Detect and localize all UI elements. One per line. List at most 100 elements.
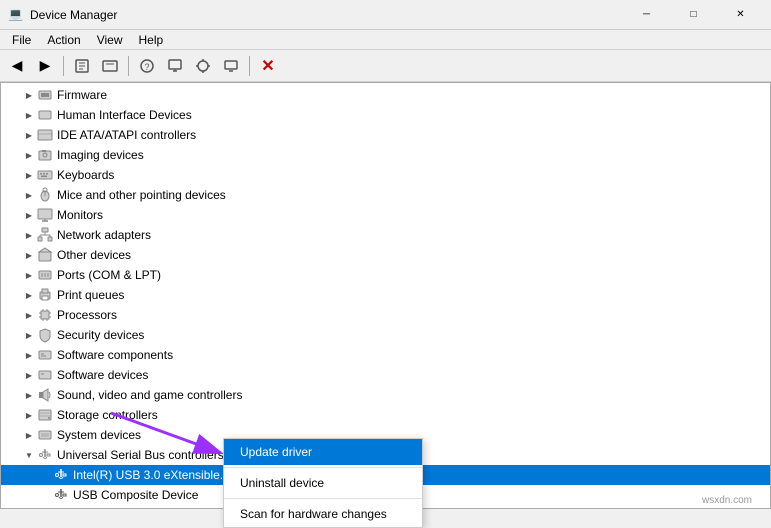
tree-item-storage[interactable]: ▶ Storage controllers xyxy=(1,405,770,425)
label-mice: Mice and other pointing devices xyxy=(57,188,226,202)
minimize-button[interactable]: ─ xyxy=(624,0,669,30)
label-security: Security devices xyxy=(57,328,144,342)
scan-button[interactable] xyxy=(190,53,216,79)
label-usb-comp1: USB Composite Device xyxy=(73,488,198,502)
icon-other xyxy=(37,247,53,263)
icon-software-comp xyxy=(37,347,53,363)
forward-button[interactable]: ▶ xyxy=(32,53,58,79)
icon-network xyxy=(37,227,53,243)
label-software-dev: Software devices xyxy=(57,368,148,382)
monitor2-button[interactable] xyxy=(218,53,244,79)
icon-hid xyxy=(37,107,53,123)
update-driver-button[interactable] xyxy=(97,53,123,79)
arrow-system: ▶ xyxy=(21,427,37,443)
label-software-comp: Software components xyxy=(57,348,173,362)
context-menu-uninstall[interactable]: Uninstall device xyxy=(224,470,422,496)
tree-item-hid[interactable]: ▶ Human Interface Devices xyxy=(1,105,770,125)
back-button[interactable]: ◀ xyxy=(4,53,30,79)
icon-usb-comp1 xyxy=(53,487,69,503)
close-button[interactable]: ✕ xyxy=(718,0,763,30)
window-controls: ─ □ ✕ xyxy=(624,0,763,30)
arrow-storage: ▶ xyxy=(21,407,37,423)
icon-imaging xyxy=(37,147,53,163)
watermark: wsxdn.com xyxy=(702,495,752,506)
help-button[interactable]: ? xyxy=(134,53,160,79)
label-ide: IDE ATA/ATAPI controllers xyxy=(57,128,196,142)
separator-1 xyxy=(63,56,64,76)
tree-item-processors[interactable]: ▶ Processors xyxy=(1,305,770,325)
context-menu-update-driver[interactable]: Update driver xyxy=(224,439,422,465)
app-icon: 💻 xyxy=(8,7,24,23)
icon-mice xyxy=(37,187,53,203)
separator-3 xyxy=(249,56,250,76)
remove-button[interactable]: ✕ xyxy=(255,53,281,79)
window-title: Device Manager xyxy=(30,8,624,22)
arrow-network: ▶ xyxy=(21,227,37,243)
tree-item-software-dev[interactable]: ▶ Software devices xyxy=(1,365,770,385)
tree-item-other[interactable]: ▶ Other devices xyxy=(1,245,770,265)
arrow-software-dev: ▶ xyxy=(21,367,37,383)
properties-button[interactable] xyxy=(69,53,95,79)
arrow-sound: ▶ xyxy=(21,387,37,403)
label-usb-header: Universal Serial Bus controllers xyxy=(57,448,224,462)
arrow-usb-header: ▼ xyxy=(21,447,37,463)
arrow-monitors: ▶ xyxy=(21,207,37,223)
tree-item-ports[interactable]: ▶ Ports (COM & LPT) xyxy=(1,265,770,285)
icon-firmware xyxy=(37,87,53,103)
tree-item-imaging[interactable]: ▶ Imaging devices xyxy=(1,145,770,165)
tree-item-software-comp[interactable]: ▶ Software components xyxy=(1,345,770,365)
tree-item-monitors[interactable]: ▶ Monitors xyxy=(1,205,770,225)
icon-sound xyxy=(37,387,53,403)
arrow-keyboards: ▶ xyxy=(21,167,37,183)
context-menu-scan[interactable]: Scan for hardware changes xyxy=(224,501,422,527)
arrow-ide: ▶ xyxy=(21,127,37,143)
arrow-intel-usb xyxy=(37,467,53,483)
icon-storage xyxy=(37,407,53,423)
label-keyboards: Keyboards xyxy=(57,168,114,182)
tree-item-ide[interactable]: ▶ IDE ATA/ATAPI controllers xyxy=(1,125,770,145)
label-sound: Sound, video and game controllers xyxy=(57,388,242,402)
label-hid: Human Interface Devices xyxy=(57,108,192,122)
icon-software-dev xyxy=(37,367,53,383)
tree-item-print[interactable]: ▶ Print queues xyxy=(1,285,770,305)
label-firmware: Firmware xyxy=(57,88,107,102)
context-menu-sep1 xyxy=(224,467,422,468)
main-area: ▶ Firmware ▶ Human Interface Devices ▶ I… xyxy=(0,82,771,509)
tree-item-security[interactable]: ▶ Security devices xyxy=(1,325,770,345)
icon-usb-comp2 xyxy=(53,507,69,508)
arrow-mice: ▶ xyxy=(21,187,37,203)
arrow-usb-comp1 xyxy=(37,487,53,503)
label-intel-usb: Intel(R) USB 3.0 eXtensible... xyxy=(73,468,230,482)
arrow-usb-comp2 xyxy=(37,507,53,508)
toolbar: ◀ ▶ ? ✕ xyxy=(0,50,771,82)
arrow-imaging: ▶ xyxy=(21,147,37,163)
icon-intel-usb xyxy=(53,467,69,483)
context-menu: Update driver Uninstall device Scan for … xyxy=(223,438,423,528)
arrow-ports: ▶ xyxy=(21,267,37,283)
menu-help[interactable]: Help xyxy=(131,31,172,49)
label-system: System devices xyxy=(57,428,141,442)
arrow-print: ▶ xyxy=(21,287,37,303)
tree-item-firmware[interactable]: ▶ Firmware xyxy=(1,85,770,105)
maximize-button[interactable]: □ xyxy=(671,0,716,30)
icon-ide xyxy=(37,127,53,143)
arrow-hid: ▶ xyxy=(21,107,37,123)
separator-2 xyxy=(128,56,129,76)
icon-keyboards xyxy=(37,167,53,183)
menu-view[interactable]: View xyxy=(89,31,131,49)
arrow-security: ▶ xyxy=(21,327,37,343)
label-imaging: Imaging devices xyxy=(57,148,144,162)
tree-item-sound[interactable]: ▶ Sound, video and game controllers xyxy=(1,385,770,405)
icon-security xyxy=(37,327,53,343)
menu-action[interactable]: Action xyxy=(39,31,88,49)
menu-file[interactable]: File xyxy=(4,31,39,49)
svg-text:?: ? xyxy=(144,62,149,72)
monitor-button[interactable] xyxy=(162,53,188,79)
tree-item-keyboards[interactable]: ▶ Keyboards xyxy=(1,165,770,185)
label-ports: Ports (COM & LPT) xyxy=(57,268,161,282)
tree-item-network[interactable]: ▶ Network adapters xyxy=(1,225,770,245)
label-monitors: Monitors xyxy=(57,208,103,222)
label-print: Print queues xyxy=(57,288,124,302)
arrow-firmware: ▶ xyxy=(21,87,37,103)
tree-item-mice[interactable]: ▶ Mice and other pointing devices xyxy=(1,185,770,205)
